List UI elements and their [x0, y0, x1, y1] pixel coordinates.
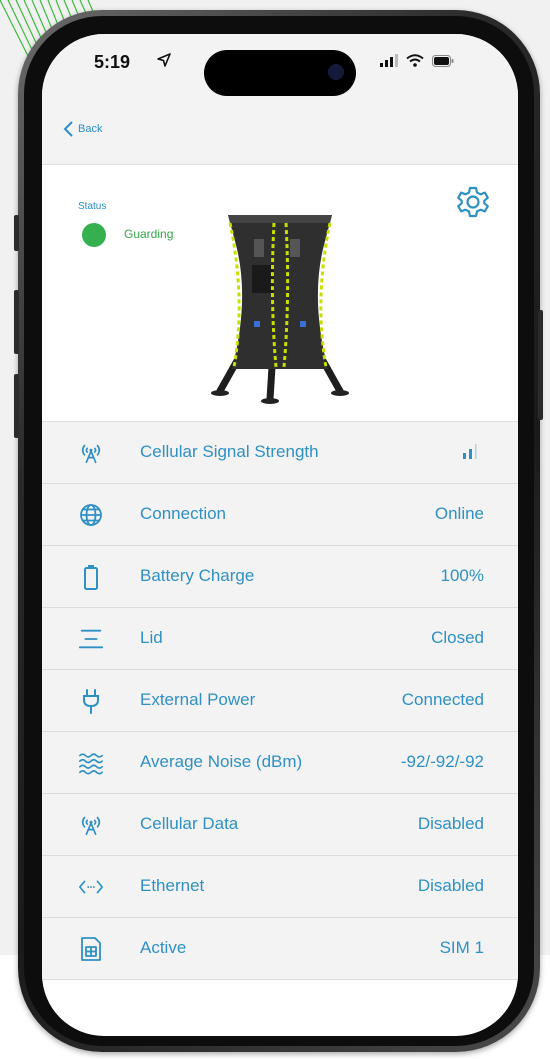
row-value: Closed [431, 628, 484, 647]
code-icon [79, 880, 103, 894]
row-value: SIM 1 [439, 938, 484, 957]
row-label: Connection [140, 504, 227, 523]
phone-screen: 5:19 Back Status Guarding Cellular Signa… [42, 34, 518, 1036]
row-value: Disabled [417, 814, 484, 833]
battery-status-icon [432, 54, 454, 67]
clock: 5:19 [94, 52, 131, 72]
row-value: -92/-92/-92 [400, 752, 484, 771]
settings-gear-icon[interactable] [456, 185, 490, 219]
list-item-connection: Connection Online [42, 484, 518, 546]
plug-icon [83, 689, 99, 714]
sim-card-icon [81, 937, 101, 961]
row-label: Active [140, 938, 187, 957]
list-item-external-power: External Power Connected [42, 670, 518, 732]
silent-switch [14, 215, 19, 251]
status-value: Guarding [124, 227, 174, 241]
row-label: Ethernet [140, 876, 205, 895]
globe-icon [80, 504, 102, 526]
volume-down-button [14, 374, 19, 438]
row-label: Average Noise (dBm) [140, 752, 303, 771]
list-item-ethernet: Ethernet Disabled [42, 856, 518, 918]
battery-icon [84, 565, 98, 590]
row-value: 100% [440, 566, 484, 585]
antenna-icon [81, 444, 101, 464]
list-item-cellular-data: Cellular Data Disabled [42, 794, 518, 856]
back-button[interactable]: Back [62, 120, 102, 138]
status-list: Cellular Signal Strength Connection Onli… [42, 421, 518, 980]
cellular-signal-icon [380, 54, 398, 67]
wifi-icon [406, 54, 424, 67]
row-value: Online [434, 504, 484, 523]
power-button [538, 310, 543, 420]
location-arrow-icon [157, 53, 171, 67]
waves-icon [79, 753, 103, 775]
row-value: Connected [401, 690, 484, 709]
list-item-lid: Lid Closed [42, 608, 518, 670]
back-label: Back [78, 123, 103, 135]
list-item-average-noise: Average Noise (dBm) -92/-92/-92 [42, 732, 518, 794]
camera-lens [328, 64, 344, 80]
chevron-left-icon [63, 121, 73, 137]
status-heading: Status [78, 201, 107, 212]
row-value: Disabled [417, 876, 484, 895]
row-label: Cellular Data [140, 814, 239, 833]
device-overview: Status Guarding [42, 165, 518, 421]
device-image [211, 215, 349, 404]
lid-icon [78, 629, 104, 649]
status-bar: 5:19 [42, 34, 518, 106]
row-label: Lid [140, 628, 163, 647]
status-indicator [82, 223, 106, 247]
list-item-cellular-signal: Cellular Signal Strength [42, 422, 518, 484]
antenna-icon [81, 816, 101, 836]
list-item-active-sim: Active SIM 1 [42, 918, 518, 980]
volume-up-button [14, 290, 19, 354]
signal-strength-bars [463, 444, 477, 459]
navigation-bar: Back [42, 106, 518, 165]
list-item-battery: Battery Charge 100% [42, 546, 518, 608]
dynamic-island [204, 50, 356, 96]
row-label: Battery Charge [140, 566, 255, 585]
row-label: External Power [140, 690, 256, 709]
row-label: Cellular Signal Strength [140, 442, 319, 461]
